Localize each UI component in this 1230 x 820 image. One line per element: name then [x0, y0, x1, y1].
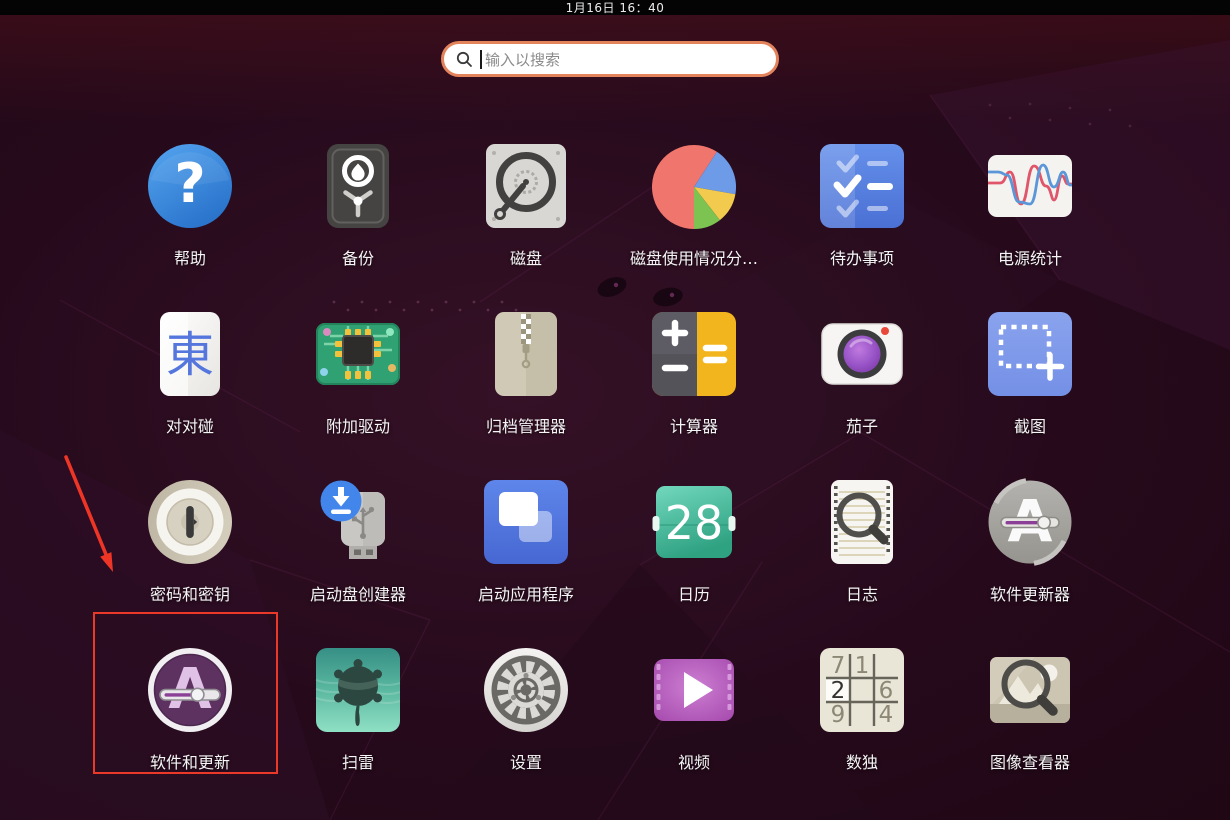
annotation-highlight-rect [93, 612, 278, 774]
app-mahjongg[interactable]: 東对对碰 [106, 302, 274, 470]
app-label: 软件更新器 [989, 585, 1070, 604]
app-cheese[interactable]: 茄子 [778, 302, 946, 470]
svg-text:1: 1 [855, 653, 870, 679]
app-label: 截图 [1013, 417, 1046, 436]
startup-applications-icon [482, 478, 570, 566]
additional-drivers-icon [314, 310, 402, 398]
startup-disk-creator-icon [314, 478, 402, 566]
app-settings[interactable]: 设置 [442, 638, 610, 806]
calculator-icon [650, 310, 738, 398]
todo-icon [818, 142, 906, 230]
disks-icon [482, 142, 570, 230]
calendar-icon: 28 [650, 478, 738, 566]
app-label: 电源统计 [997, 249, 1062, 268]
backups-icon [314, 142, 402, 230]
app-label: 图像查看器 [989, 753, 1070, 772]
app-startup-applications[interactable]: 启动应用程序 [442, 470, 610, 638]
app-mines[interactable]: 扫雷 [274, 638, 442, 806]
power-statistics-icon [986, 142, 1074, 230]
image-viewer-icon [986, 646, 1074, 734]
gnome-app-grid-screen: 1月16日 16：40 输入以搜索 ? 帮助 备份 磁盘 磁盘使用情况分… 待办事项电源统… [0, 0, 1230, 820]
software-updater-icon: A [986, 478, 1074, 566]
logs-icon [818, 478, 906, 566]
svg-text:?: ? [174, 152, 205, 215]
app-additional-drivers[interactable]: 附加驱动 [274, 302, 442, 470]
app-image-viewer[interactable]: 图像查看器 [946, 638, 1114, 806]
app-todo[interactable]: 待办事项 [778, 134, 946, 302]
app-screenshot[interactable]: 截图 [946, 302, 1114, 470]
mines-icon [314, 646, 402, 734]
cheese-icon [818, 310, 906, 398]
help-icon: ? [146, 142, 234, 230]
svg-text:東: 東 [166, 327, 214, 383]
svg-text:4: 4 [879, 702, 894, 728]
svg-text:7: 7 [831, 653, 846, 679]
app-calculator[interactable]: 计算器 [610, 302, 778, 470]
app-videos[interactable]: 视频 [610, 638, 778, 806]
app-sudoku[interactable]: 7 1 2 6 9 4 数独 [778, 638, 946, 806]
mahjongg-icon: 東 [146, 310, 234, 398]
archive-manager-icon [482, 310, 570, 398]
app-help[interactable]: ? 帮助 [106, 134, 274, 302]
text-caret [480, 49, 482, 69]
svg-text:2: 2 [831, 678, 846, 704]
app-software-updater[interactable]: A 软件更新器 [946, 470, 1114, 638]
svg-text:9: 9 [831, 702, 846, 728]
app-backups[interactable]: 备份 [274, 134, 442, 302]
app-archive-manager[interactable]: 归档管理器 [442, 302, 610, 470]
screenshot-icon [986, 310, 1074, 398]
search-placeholder: 输入以搜索 [485, 50, 561, 69]
app-disk-usage-analyzer[interactable]: 磁盘使用情况分… [610, 134, 778, 302]
passwords-keys-icon [146, 478, 234, 566]
search-box[interactable]: 输入以搜索 [441, 41, 779, 77]
app-disks[interactable]: 磁盘 [442, 134, 610, 302]
app-calendar[interactable]: 28 日历 [610, 470, 778, 638]
top-bar[interactable]: 1月16日 16：40 [0, 0, 1230, 15]
svg-text:28: 28 [665, 496, 724, 550]
app-power-statistics[interactable]: 电源统计 [946, 134, 1114, 302]
search-icon [456, 51, 472, 67]
app-startup-disk-creator[interactable]: 启动盘创建器 [274, 470, 442, 638]
clock[interactable]: 1月16日 16：40 [566, 0, 665, 16]
sudoku-icon: 712 6 9 4 [818, 646, 906, 734]
disk-usage-analyzer-icon [650, 142, 738, 230]
settings-icon [482, 646, 570, 734]
app-logs[interactable]: 日志 [778, 470, 946, 638]
svg-text:6: 6 [879, 678, 894, 704]
videos-icon [650, 646, 738, 734]
